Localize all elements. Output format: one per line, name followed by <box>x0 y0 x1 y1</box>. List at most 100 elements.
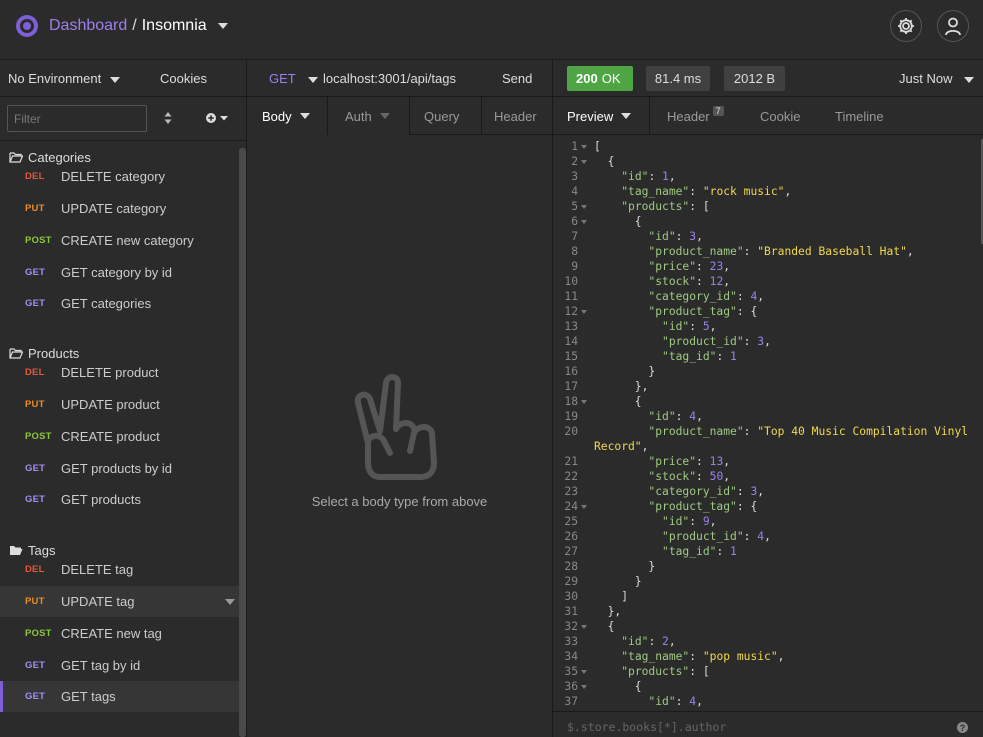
tab-cookie[interactable]: Cookie <box>760 97 800 135</box>
code-line: 11 "category_id": 4, <box>553 289 981 304</box>
settings-button[interactable] <box>890 10 922 42</box>
code-text: "id": 9, <box>594 514 716 529</box>
request-item[interactable]: GET GET tag by id <box>0 650 239 681</box>
tab-query[interactable]: Query <box>410 97 482 135</box>
chevron-down-icon[interactable] <box>217 23 228 29</box>
method-badge: POST <box>25 628 52 639</box>
help-icon[interactable]: ? <box>957 722 968 733</box>
request-item[interactable]: DEL DELETE product <box>0 357 239 388</box>
fold-toggle-icon[interactable] <box>581 505 587 509</box>
sidebar-scrollbar[interactable] <box>239 148 246 737</box>
response-filter-input[interactable]: $.store.books[*].author <box>567 720 726 734</box>
request-item[interactable]: PUT UPDATE category <box>0 193 239 224</box>
request-item[interactable]: PUT UPDATE product <box>0 389 239 420</box>
request-item[interactable]: GET GET tags <box>0 681 239 712</box>
code-token: } <box>594 365 656 378</box>
method-dropdown[interactable]: GET <box>269 71 296 86</box>
code-line: 2 { <box>553 154 981 169</box>
fold-toggle-icon[interactable] <box>581 310 587 314</box>
tab-auth[interactable]: Auth <box>328 97 410 135</box>
method-badge: GET <box>25 660 46 671</box>
code-token: "id" <box>621 170 649 183</box>
filter-row <box>0 97 246 141</box>
fold-toggle-icon[interactable] <box>581 670 587 674</box>
request-tabs: Body Auth Query Header <box>247 97 552 135</box>
request-item[interactable]: GET GET products by id <box>0 453 239 484</box>
response-body-viewer[interactable]: 1[2 {3 "id": 1, 4 "tag_name": "rock music… <box>553 139 981 711</box>
code-token: , <box>764 335 771 348</box>
request-label: UPDATE category <box>61 201 167 216</box>
request-item[interactable]: POST CREATE new tag <box>0 618 239 649</box>
line-number: 14 <box>564 335 578 348</box>
fold-toggle-icon[interactable] <box>581 160 587 164</box>
code-token: : { <box>736 500 758 513</box>
request-item[interactable]: GET GET products <box>0 484 239 515</box>
chevron-down-icon[interactable] <box>225 599 235 605</box>
chevron-down-icon[interactable] <box>964 77 974 83</box>
request-label: UPDATE tag <box>61 594 135 609</box>
code-token: "id" <box>648 695 676 708</box>
code-token: , <box>641 440 649 453</box>
fold-toggle-icon[interactable] <box>581 205 587 209</box>
status-text: OK <box>601 71 621 86</box>
sort-icon[interactable] <box>163 110 173 126</box>
request-label: DELETE product <box>61 365 159 380</box>
add-folder-icon[interactable] <box>205 109 231 127</box>
sidebar: No Environment Cookies CategoriesDELDELE… <box>0 60 247 737</box>
status-badge: 200 OK <box>567 66 633 91</box>
method-badge: PUT <box>25 596 45 607</box>
code-line: 13 "id": 5, <box>553 319 981 334</box>
request-item[interactable]: POST CREATE new category <box>0 225 239 256</box>
filter-input[interactable] <box>7 105 147 132</box>
request-item[interactable]: GET GET categories <box>0 288 239 319</box>
tab-preview[interactable]: Preview <box>553 97 650 135</box>
tab-body[interactable]: Body <box>247 97 328 135</box>
logo-icon[interactable] <box>16 15 38 37</box>
tab-header[interactable]: Header <box>482 97 552 135</box>
code-token: : <box>736 290 751 303</box>
line-number: 1 <box>571 140 578 153</box>
code-text: "product_id": 4, <box>594 529 771 544</box>
cookies-button[interactable]: Cookies <box>160 71 207 86</box>
code-text: } <box>594 559 655 574</box>
method-badge: GET <box>25 298 46 309</box>
line-number: 23 <box>564 485 578 498</box>
history-dropdown[interactable]: Just Now <box>899 71 952 86</box>
code-line: 17 }, <box>553 379 981 394</box>
dashboard-link[interactable]: Dashboard <box>49 17 127 35</box>
request-item[interactable]: POST CREATE product <box>0 421 239 452</box>
account-button[interactable] <box>937 10 969 42</box>
fold-toggle-icon[interactable] <box>581 145 587 149</box>
request-item[interactable]: PUT UPDATE tag <box>0 586 239 617</box>
code-line: 21 "price": 13, <box>553 454 981 469</box>
url-input[interactable]: localhost:3001/api/tags <box>323 71 456 86</box>
request-item[interactable]: DEL DELETE category <box>0 161 239 192</box>
code-token: 9 <box>702 515 710 528</box>
line-number: 4 <box>571 185 578 198</box>
tab-timeline[interactable]: Timeline <box>835 97 884 135</box>
request-item[interactable]: DEL DELETE tag <box>0 554 239 585</box>
fold-toggle-icon[interactable] <box>581 400 587 404</box>
line-number: 16 <box>564 365 578 378</box>
code-token: , <box>906 245 914 258</box>
request-item[interactable]: GET GET category by id <box>0 257 239 288</box>
response-pane: 200 OK 81.4 ms 2012 B Just Now Preview H… <box>552 60 983 737</box>
chevron-down-icon[interactable] <box>110 77 120 83</box>
send-button[interactable]: Send <box>502 71 532 86</box>
chevron-down-icon[interactable] <box>308 77 318 83</box>
fold-toggle-icon[interactable] <box>581 220 587 224</box>
line-number: 12 <box>564 305 578 318</box>
environment-selector[interactable]: No Environment <box>8 71 101 86</box>
code-text: { <box>594 394 642 409</box>
tab-response-header[interactable]: Header 7 <box>667 97 724 135</box>
code-line: Record", <box>553 439 981 454</box>
fold-toggle-icon[interactable] <box>581 685 587 689</box>
code-text: { <box>594 214 642 229</box>
workspace-name[interactable]: Insomnia <box>142 17 207 35</box>
code-token: : <box>648 635 663 648</box>
code-token: "stock" <box>648 275 697 288</box>
fold-toggle-icon[interactable] <box>581 625 587 629</box>
